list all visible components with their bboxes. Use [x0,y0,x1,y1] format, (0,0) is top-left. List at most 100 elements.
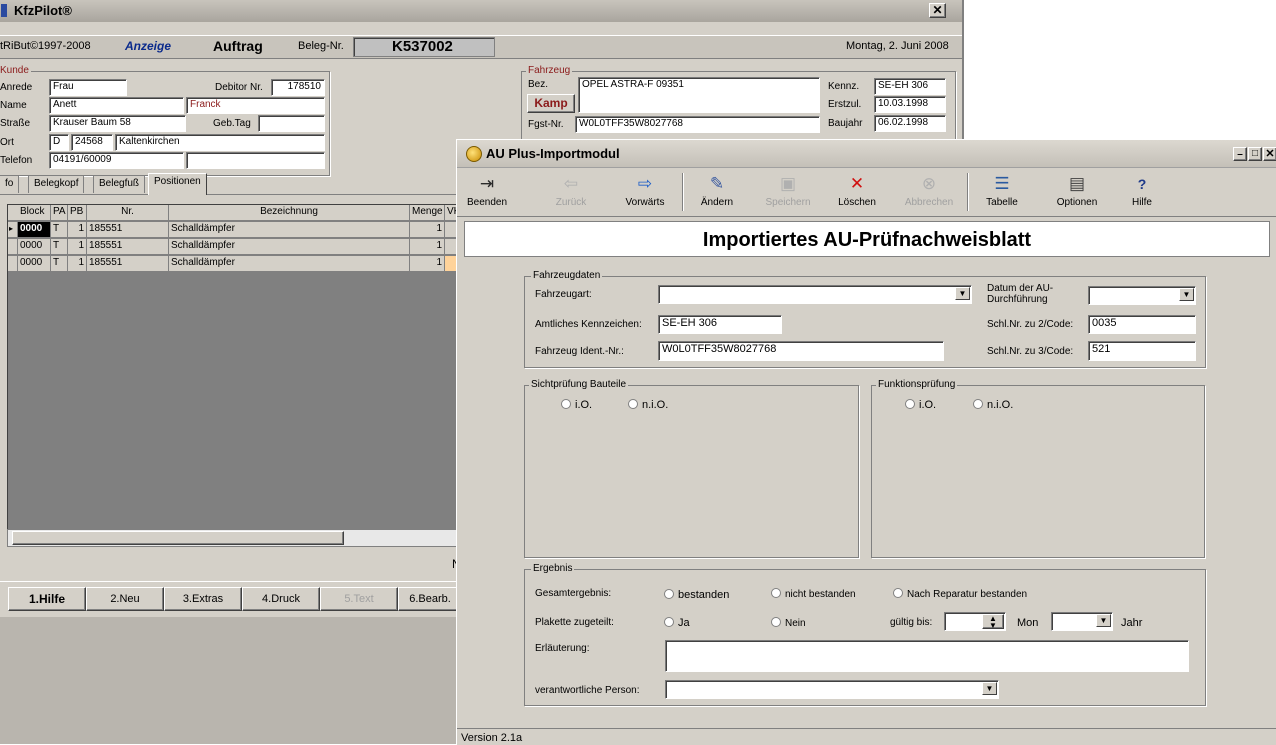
hscroll-thumb[interactable] [12,531,344,545]
debitor-field[interactable]: 178510 [271,79,325,96]
table-row[interactable]: ▸ 0000 T 1 185551 Schalldämpfer 1 [8,222,463,238]
toolbar-delete-button[interactable]: ✕ Löschen [822,169,892,215]
col-header-pb[interactable]: PB [68,205,87,220]
gebtag-field[interactable] [258,115,325,132]
col-header-bezeichnung[interactable]: Bezeichnung [169,205,410,220]
table-cell[interactable]: Schalldämpfer [169,222,410,237]
sicht-nio-radio[interactable]: n.i.O. [628,399,668,411]
chevron-down-icon[interactable]: ▼ [1096,614,1111,627]
kennz-field[interactable]: SE-EH 306 [874,78,946,95]
nachname-field[interactable]: Franck [186,97,325,114]
table-cell[interactable]: 1 [410,256,445,271]
table-cell[interactable]: 1 [68,222,87,237]
chevron-down-icon[interactable]: ▼ [982,682,997,695]
maximize-icon[interactable]: □ [1248,147,1262,161]
erlaeuterung-textarea[interactable] [665,640,1189,672]
fkey-druck[interactable]: 4.Druck [242,587,320,611]
close-icon[interactable]: ✕ [929,3,946,18]
fkey-hilfe[interactable]: 1.Hilfe [8,587,86,611]
table-icon: ☰ [994,174,1010,193]
telefon-field[interactable]: 04191/60009 [49,152,184,169]
table-cell[interactable]: Schalldämpfer [169,239,410,254]
kennzeichen-field[interactable]: SE-EH 306 [658,315,782,334]
plz-field[interactable]: 24568 [71,134,113,151]
vorname-field[interactable]: Anett [49,97,184,114]
toolbar-table-button[interactable]: ☰ Tabelle [967,169,1037,215]
table-row[interactable]: 0000 T 1 185551 Schalldämpfer 1 [8,239,463,255]
tab-positionen[interactable]: Positionen [148,173,207,195]
schl2-field[interactable]: 0035 [1088,315,1196,334]
table-cell[interactable]: 0000 [18,239,51,254]
telefon2-field[interactable] [186,152,325,169]
chevron-down-icon[interactable]: ▼ [955,287,970,300]
person-select[interactable]: ▼ [665,680,999,699]
strasse-field[interactable]: Krauser Baum 58 [49,115,186,132]
table-cell[interactable]: Schalldämpfer [169,256,410,271]
toolbar-cancel-button[interactable]: ⊗ Abbrechen [892,169,966,215]
fkey-neu[interactable]: 2.Neu [86,587,164,611]
gueltig-month-spinner[interactable]: ▲ ▼ [944,612,1006,631]
land-field[interactable]: D [49,134,69,151]
table-row[interactable]: 0000 T 1 185551 Schalldämpfer 1 [8,256,463,272]
table-cell[interactable]: 0000 [18,256,51,271]
toolbar-help-button[interactable]: ? Hilfe [1112,169,1172,215]
table-cell[interactable]: 1 [68,239,87,254]
col-header-nr[interactable]: Nr. [87,205,169,220]
row-indicator[interactable]: ▸ [8,222,18,237]
gueltig-year-select[interactable]: ▼ [1051,612,1113,631]
toolbar-arrow-left-button[interactable]: ⇦ Zurück [535,169,607,215]
ja-radio[interactable]: Ja [664,617,690,629]
au-close-icon[interactable]: ✕ [1263,147,1276,161]
col-header-menge[interactable]: Menge [410,205,445,220]
table-cell[interactable]: 1 [68,256,87,271]
nach-reparatur-radio[interactable]: Nach Reparatur bestanden [893,588,1027,600]
fkey-bearb[interactable]: 6.Bearb. [398,587,462,611]
window-title: KfzPilot® [14,3,72,18]
toolbar-exit-button[interactable]: ⇥ Beenden [457,169,517,215]
toolbar-options-button[interactable]: ▤ Optionen [1042,169,1112,215]
table-cell[interactable]: 185551 [87,239,169,254]
fgst-field[interactable]: W0L0TFF35W8027768 [575,116,820,133]
table-cell[interactable]: T [51,239,68,254]
erstzul-field[interactable]: 10.03.1998 [874,96,946,113]
sicht-io-radio[interactable]: i.O. [561,399,592,411]
minimize-icon[interactable]: – [1233,147,1247,161]
make-button[interactable]: Kamp [527,94,575,113]
table-cell[interactable]: T [51,256,68,271]
nicht-bestanden-radio[interactable]: nicht bestanden [771,588,856,600]
nein-radio[interactable]: Nein [771,617,806,629]
grid-hscroll[interactable] [7,529,462,547]
table-cell[interactable]: T [51,222,68,237]
col-header-block[interactable]: Block [18,205,51,220]
ort-field[interactable]: Kaltenkirchen [115,134,325,151]
anrede-field[interactable]: Frau [49,79,127,96]
toolbar-save-button[interactable]: ▣ Speichern [752,169,824,215]
toolbar-edit-button[interactable]: ✎ Ändern [682,169,752,215]
fahrzeugart-select[interactable]: ▼ [658,285,972,304]
table-cell[interactable]: 0000 [18,222,51,237]
schl3-field[interactable]: 521 [1088,341,1196,361]
toolbar-label: Ändern [700,197,734,208]
col-header-pa[interactable]: PA [51,205,68,220]
toolbar-arrow-right-button[interactable]: ⇨ Vorwärts [609,169,681,215]
tab-info[interactable]: fo [0,175,20,193]
row-indicator[interactable] [8,256,18,271]
row-indicator[interactable] [8,239,18,254]
datum-select[interactable]: ▼ [1088,286,1196,305]
spinner-arrows-icon[interactable]: ▲ ▼ [982,614,1004,630]
table-cell[interactable]: 1 [410,222,445,237]
baujahr-field[interactable]: 06.02.1998 [874,115,946,132]
bestanden-radio[interactable]: bestanden [664,589,729,601]
tab-belegfuss[interactable]: Belegfuß [93,175,146,193]
fkey-text[interactable]: 5.Text [320,587,398,611]
table-cell[interactable]: 185551 [87,256,169,271]
chevron-down-icon[interactable]: ▼ [1179,288,1194,301]
funktion-nio-radio[interactable]: n.i.O. [973,399,1013,411]
funktion-io-radio[interactable]: i.O. [905,399,936,411]
fkey-extras[interactable]: 3.Extras [164,587,242,611]
ident-field[interactable]: W0L0TFF35W8027768 [658,341,944,361]
table-cell[interactable]: 185551 [87,222,169,237]
tab-belegkopf[interactable]: Belegkopf [28,175,85,193]
table-cell[interactable]: 1 [410,239,445,254]
bez-field[interactable]: OPEL ASTRA-F 09351 [578,77,820,113]
